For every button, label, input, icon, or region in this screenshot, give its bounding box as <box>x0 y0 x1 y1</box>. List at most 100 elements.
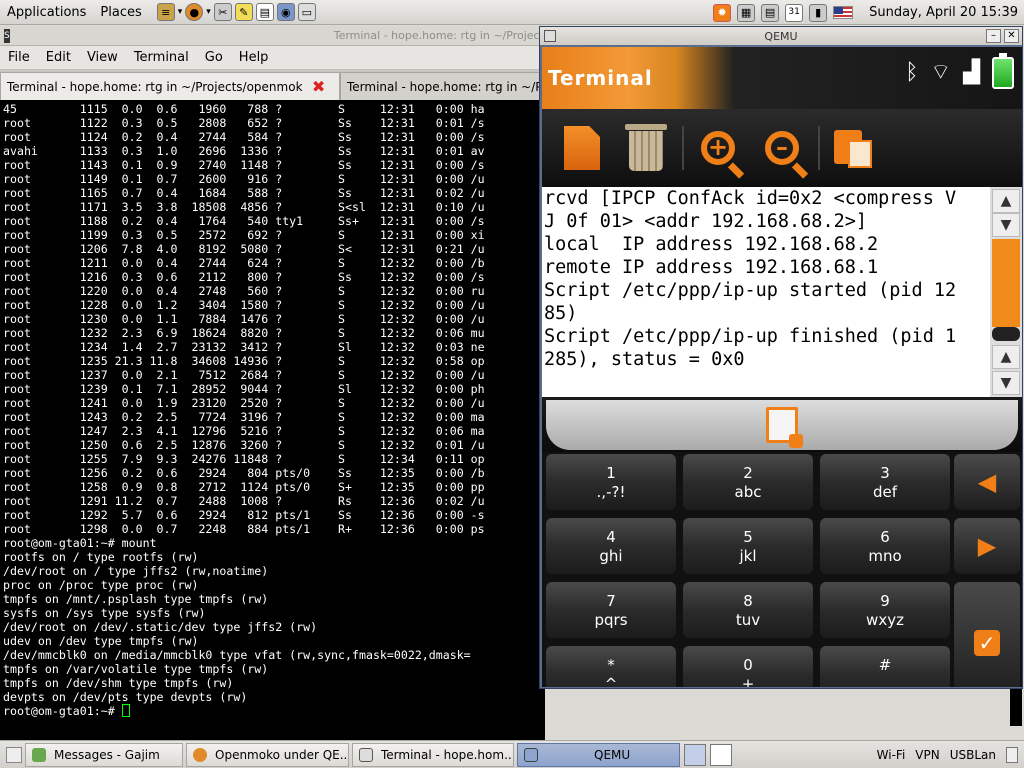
clock[interactable]: Sunday, April 20 15:39 <box>869 5 1018 20</box>
keypad-key-0[interactable]: 0 + <box>683 646 813 687</box>
keypad-key-7[interactable]: 7 pqrs <box>546 582 676 638</box>
keypad-key-2[interactable]: 2 abc <box>683 454 813 510</box>
launchers: ≡ ▾ ● ▾ ✂ ✎ ▤ ◉ ▭ <box>156 3 316 21</box>
enter-key[interactable]: ✓ <box>954 582 1020 687</box>
zoom-in-button[interactable]: + <box>692 122 744 174</box>
vpn-status[interactable]: VPN <box>915 748 939 762</box>
terminal-icon <box>359 747 373 762</box>
keyboard-toggle-button[interactable] <box>546 399 1018 450</box>
scrollbar-thumb[interactable] <box>1010 686 1022 726</box>
paste-button[interactable] <box>828 122 880 174</box>
new-document-button[interactable] <box>556 122 608 174</box>
task-qemu[interactable]: QEMU <box>517 742 680 767</box>
key-letters: mno <box>868 547 902 565</box>
terminal-icon[interactable]: ▭ <box>297 3 316 21</box>
keypad-key-9[interactable]: 9 wxyz <box>820 582 950 638</box>
text-editor-icon[interactable]: ≡ <box>156 3 175 21</box>
terminal-output[interactable]: 45 1115 0.0 0.6 1960 788 ? S 12:31 0:00 … <box>0 100 545 740</box>
menu-file[interactable]: File <box>0 50 38 65</box>
keypad-key-4[interactable]: 4 ghi <box>546 518 676 574</box>
scroll-up-button[interactable]: ▲ <box>992 189 1020 213</box>
qemu-window-title: QEMU <box>764 29 798 43</box>
notes-icon[interactable]: ✎ <box>234 3 253 21</box>
tab-label: Terminal - hope.home: rtg in ~/Projects/… <box>347 79 544 94</box>
checkmark-icon: ✓ <box>974 630 1000 656</box>
terminal-line: /dev/root on /dev/.static/dev type jffs2… <box>3 620 318 634</box>
wifi-status[interactable]: Wi-Fi <box>877 748 906 762</box>
task-firefox[interactable]: Openmoko under QE... <box>186 742 349 767</box>
menu-go[interactable]: Go <box>197 50 231 65</box>
phone-scrollbar[interactable]: ▲ ▼ ▲ ▼ <box>990 187 1022 397</box>
task-gajim[interactable]: Messages - Gajim <box>25 742 183 767</box>
keypad-key-8[interactable]: 8 tuv <box>683 582 813 638</box>
us-flag-icon[interactable] <box>833 6 854 19</box>
key-digit: 3 <box>880 464 890 482</box>
close-icon[interactable]: ✖ <box>311 78 327 95</box>
bluetooth-icon: ᛒ <box>905 60 919 85</box>
terminal-line: root 1206 7.8 4.0 8192 5080 ? S< 12:31 0… <box>3 242 485 256</box>
keypad-key-6[interactable]: 6 mno <box>820 518 950 574</box>
close-button[interactable]: ✕ <box>1004 29 1019 43</box>
calendar-icon[interactable]: 31 <box>785 3 804 22</box>
camera-icon[interactable]: ◉ <box>276 3 295 21</box>
tools-icon[interactable]: ✂ <box>213 3 232 21</box>
firefox-icon[interactable]: ● <box>185 3 204 21</box>
scroll-track[interactable] <box>992 239 1020 327</box>
terminal-tab-1[interactable]: Terminal - hope.home: rtg in ~/Projects/… <box>0 72 340 100</box>
terminal-app-icon[interactable]: S <box>4 28 10 43</box>
top-tray: ✹ ▦ ▤ 31 ▮ Sunday, April 20 15:39 <box>713 0 1018 25</box>
minimize-button[interactable]: – <box>986 29 1001 43</box>
key-letters: jkl <box>739 547 757 565</box>
keypad-key-star[interactable]: * ^ <box>546 646 676 687</box>
show-desktop-icon[interactable] <box>6 746 22 763</box>
usblan-status[interactable]: USBLan <box>950 748 996 762</box>
scroll-thumb[interactable] <box>992 327 1020 341</box>
menu-edit[interactable]: Edit <box>38 50 79 65</box>
bottom-tray: Wi-Fi VPN USBLan <box>877 746 1024 763</box>
backspace-key[interactable]: ◀ <box>954 454 1020 510</box>
task-terminal[interactable]: Terminal - hope.hom... <box>352 742 514 767</box>
keypad-key-hash[interactable]: # _ <box>820 646 950 687</box>
terminal-line: root 1292 5.7 0.6 2924 812 pts/1 Ss 12:3… <box>3 508 485 522</box>
keypad-key-1[interactable]: 1 .,-?! <box>546 454 676 510</box>
scroll-up-button[interactable]: ▲ <box>992 345 1020 369</box>
workspace-1[interactable] <box>684 743 706 766</box>
menu-help[interactable]: Help <box>231 50 277 65</box>
terminal-line: root 1199 0.3 0.5 2572 692 ? S 12:31 0:0… <box>3 228 485 242</box>
trash-icon[interactable] <box>1006 746 1018 763</box>
network-icon[interactable]: ▦ <box>737 3 756 22</box>
terminal-prompt: root@om-gta01:~# <box>3 704 122 718</box>
battery-tray-icon[interactable]: ▮ <box>809 3 828 22</box>
clipboard-icon[interactable]: ▤ <box>255 3 274 21</box>
delete-button[interactable] <box>620 122 672 174</box>
terminal-window: S Terminal - hope.home: rtg in ~/Project… <box>0 26 545 740</box>
terminal-titlebar[interactable]: S Terminal - hope.home: rtg in ~/Project… <box>0 26 545 46</box>
menu-terminal[interactable]: Terminal <box>126 50 197 65</box>
scroll-down-button[interactable]: ▼ <box>992 371 1020 395</box>
chevron-down-icon[interactable]: ▾ <box>206 7 211 17</box>
scroll-down-button[interactable]: ▼ <box>992 213 1020 237</box>
applications-menu[interactable]: Applications <box>0 0 93 25</box>
top-panel: Applications Places ≡ ▾ ● ▾ ✂ ✎ ▤ ◉ ▭ ✹ … <box>0 0 1024 25</box>
phone-status-bar: Terminal ᛒ ⌔ ▟ <box>542 47 1022 109</box>
terminal-line: tmpfs on /var/volatile type tmpfs (rw) <box>3 662 269 676</box>
phone-terminal-output[interactable]: rcvd [IPCP ConfAck id=0x2 <compress VJ 0… <box>542 187 990 397</box>
terminal-line: root 1237 0.0 2.1 7512 2684 ? S 12:32 0:… <box>3 368 485 382</box>
terminal-prompt-line[interactable]: root@om-gta01:~# <box>3 704 545 718</box>
menu-view[interactable]: View <box>79 50 126 65</box>
chevron-down-icon[interactable]: ▾ <box>178 7 183 17</box>
update-icon[interactable]: ✹ <box>713 3 732 22</box>
workspace-2[interactable] <box>710 743 732 766</box>
clipboard-paste-icon <box>834 128 874 168</box>
keypad-key-3[interactable]: 3 def <box>820 454 950 510</box>
terminal-line: root 1258 0.9 0.8 2712 1124 pts/0 S+ 12:… <box>3 480 485 494</box>
qemu-titlebar[interactable]: QEMU – ✕ <box>540 27 1022 45</box>
places-menu[interactable]: Places <box>93 0 148 25</box>
terminal-tab-2[interactable]: Terminal - hope.home: rtg in ~/Projects/… <box>340 72 545 100</box>
zoom-out-button[interactable]: – <box>756 122 808 174</box>
key-digit: 5 <box>743 528 753 546</box>
printer-icon[interactable]: ▤ <box>761 3 780 22</box>
key-digit: 2 <box>743 464 753 482</box>
keypad-key-5[interactable]: 5 jkl <box>683 518 813 574</box>
space-key[interactable]: ▶ <box>954 518 1020 574</box>
